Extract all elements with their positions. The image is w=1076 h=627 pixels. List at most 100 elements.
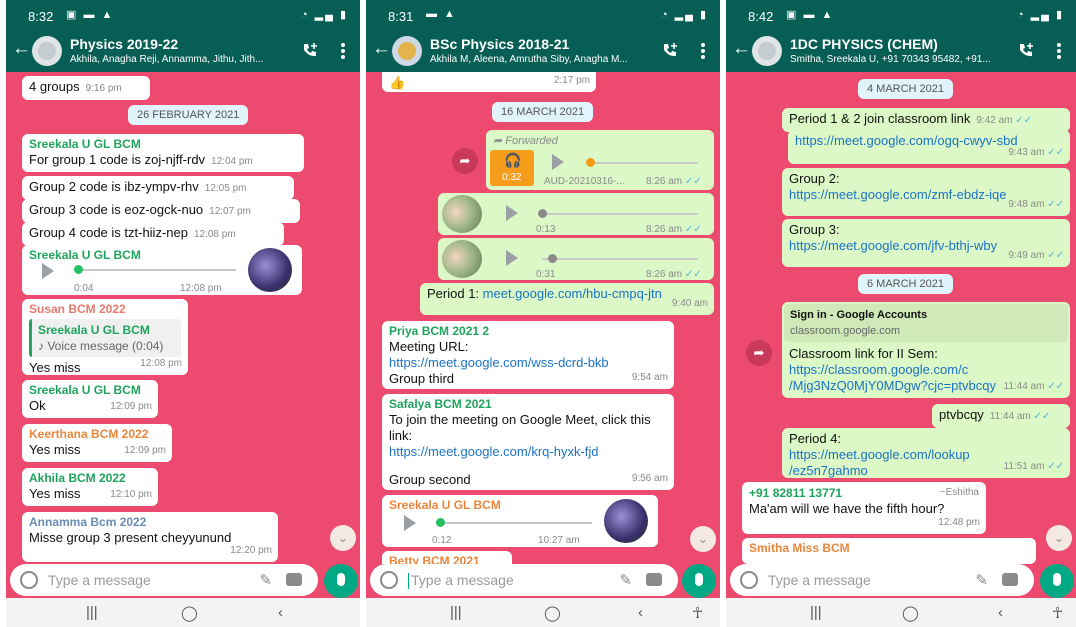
- group-avatar[interactable]: [392, 36, 422, 66]
- audio-track[interactable]: [542, 213, 698, 215]
- audio-scrubber[interactable]: [74, 265, 83, 274]
- message-bubble[interactable]: Group 2 code is ibz-ympv-rhv 12:05 pm: [22, 176, 294, 200]
- voice-message[interactable]: Sreekala U GL BCM 0:04 12:08 pm: [22, 245, 302, 295]
- back-arrow-icon[interactable]: ←: [732, 39, 751, 58]
- group-name[interactable]: Physics 2019-22: [70, 36, 178, 52]
- play-icon[interactable]: [552, 154, 564, 170]
- group-name[interactable]: BSc Physics 2018-21: [430, 36, 569, 52]
- chat-header[interactable]: ← BSc Physics 2018-21 Akhila M, Aleena, …: [366, 30, 720, 72]
- message-bubble[interactable]: Akhila BCM 2022 Yes miss 12:10 pm: [22, 468, 158, 506]
- message-input[interactable]: Type a message ✎: [370, 564, 678, 596]
- mic-button[interactable]: [324, 564, 358, 598]
- chat-area[interactable]: 4 groups 9:16 pm 26 FEBRUARY 2021 Sreekal…: [6, 72, 360, 564]
- forward-icon[interactable]: ➦: [746, 340, 772, 366]
- quoted-message[interactable]: Sreekala U GL BCM ♪ Voice message (0:04): [29, 319, 181, 357]
- back-button[interactable]: ‹: [278, 604, 283, 621]
- chat-area[interactable]: 👍 2:17 pm 16 MARCH 2021 ➦ ➦ Forwarded 🎧 …: [366, 72, 720, 564]
- voice-message[interactable]: 0:31 8:26 am ✓✓: [438, 238, 714, 280]
- message-bubble[interactable]: +91 82811 13771 ~Eshitha Ma'am will we ha…: [742, 482, 986, 534]
- more-options-icon[interactable]: [340, 41, 346, 61]
- audio-scrubber[interactable]: [548, 254, 557, 263]
- message-bubble[interactable]: Period 1 & 2 join classroom link 9:42 am …: [782, 108, 1070, 132]
- meet-link[interactable]: meet.google.com/hbu-cmpq-jtn: [483, 286, 662, 301]
- home-button[interactable]: ◯: [544, 604, 561, 622]
- reply-message[interactable]: Susan BCM 2022 Sreekala U GL BCM ♪ Voice…: [22, 299, 188, 375]
- message-bubble[interactable]: Smitha Miss BCM: [742, 538, 1036, 564]
- emoji-icon[interactable]: [740, 571, 758, 589]
- message-bubble[interactable]: Keerthana BCM 2022 Yes miss 12:09 pm: [22, 424, 172, 462]
- home-button[interactable]: ◯: [902, 604, 919, 622]
- camera-icon[interactable]: [1002, 573, 1018, 586]
- message-bubble[interactable]: Group 2: https://meet.google.com/zmf-ebd…: [782, 168, 1070, 216]
- recents-button[interactable]: |||: [450, 604, 462, 621]
- audio-scrubber[interactable]: [538, 209, 547, 218]
- emoji-icon[interactable]: [380, 571, 398, 589]
- message-bubble[interactable]: Annamma Bcm 2022 Misse group 3 present c…: [22, 512, 278, 562]
- message-bubble[interactable]: Group 3 code is eoz-ogck-nuo 12:07 pm: [22, 199, 300, 223]
- message-bubble[interactable]: ptvbcqy 11:44 am ✓✓: [932, 404, 1070, 428]
- sticker-message[interactable]: 👍 2:17 pm: [382, 72, 596, 92]
- audio-track[interactable]: [76, 269, 236, 271]
- message-bubble[interactable]: Sreekala U GL BCM Ok 12:09 pm: [22, 380, 158, 418]
- message-input[interactable]: Type a message ✎: [730, 564, 1034, 596]
- group-name[interactable]: 1DC PHYSICS (CHEM): [790, 36, 938, 52]
- group-members[interactable]: Smitha, Sreekala U, +91 70343 95482, +91…: [790, 54, 1008, 65]
- classroom-link[interactable]: https://classroom.google.com/c: [789, 362, 1063, 378]
- message-bubble[interactable]: Sreekala U GL BCM For group 1 code is zo…: [22, 134, 304, 172]
- audio-scrubber[interactable]: [586, 158, 595, 167]
- audio-track[interactable]: [438, 522, 592, 524]
- group-members[interactable]: Akhila, Anagha Reji, Annamma, Jithu, Jit…: [70, 54, 288, 65]
- message-bubble[interactable]: Group 4 code is tzt-hiiz-nep 12:08 pm: [22, 222, 284, 246]
- message-input[interactable]: Type a message ✎: [10, 564, 318, 596]
- message-bubble[interactable]: Betty BCM 2021: [382, 551, 512, 564]
- recents-button[interactable]: |||: [810, 604, 822, 621]
- group-avatar[interactable]: [32, 36, 62, 66]
- group-avatar[interactable]: [752, 36, 782, 66]
- add-call-icon[interactable]: [1016, 41, 1036, 61]
- mic-button[interactable]: [1040, 564, 1074, 598]
- attach-icon[interactable]: ✎: [975, 571, 988, 589]
- message-bubble[interactable]: Safalya BCM 2021 To join the meeting on …: [382, 394, 674, 490]
- message-bubble[interactable]: https://meet.google.com/ogq-cwyv-sbd 9:4…: [788, 130, 1070, 164]
- audio-track[interactable]: [590, 162, 698, 164]
- meet-link[interactable]: https://meet.google.com/wss-dcrd-bkb: [389, 355, 667, 371]
- back-arrow-icon[interactable]: ←: [12, 39, 31, 58]
- play-icon[interactable]: [404, 515, 416, 531]
- scroll-down-button[interactable]: ⌄: [1046, 525, 1072, 551]
- more-options-icon[interactable]: [700, 41, 706, 61]
- chat-header[interactable]: ← Physics 2019-22 Akhila, Anagha Reji, A…: [6, 30, 360, 72]
- play-icon[interactable]: [506, 250, 518, 266]
- back-button[interactable]: ‹: [998, 604, 1003, 621]
- meet-link[interactable]: https://meet.google.com/krq-hyxk-fjd: [389, 444, 667, 460]
- accessibility-icon[interactable]: ☥: [1052, 604, 1063, 622]
- group-members[interactable]: Akhila M, Aleena, Amrutha Siby, Anagha M…: [430, 54, 648, 65]
- camera-icon[interactable]: [286, 573, 302, 586]
- mic-button[interactable]: [682, 564, 716, 598]
- link-preview[interactable]: Sign in - Google Accounts classroom.goog…: [784, 304, 1068, 342]
- more-options-icon[interactable]: [1056, 41, 1062, 61]
- message-bubble[interactable]: Priya BCM 2021 2 Meeting URL: https://me…: [382, 321, 674, 389]
- scroll-down-button[interactable]: ⌄: [690, 526, 716, 552]
- message-bubble[interactable]: Period 1: meet.google.com/hbu-cmpq-jtn 9…: [420, 283, 714, 315]
- audio-track[interactable]: [542, 258, 698, 260]
- emoji-icon[interactable]: [20, 571, 38, 589]
- back-button[interactable]: ‹: [638, 604, 643, 621]
- scroll-down-button[interactable]: ⌄: [330, 525, 356, 551]
- message-bubble[interactable]: Period 4: https://meet.google.com/lookup…: [782, 428, 1070, 478]
- home-button[interactable]: ◯: [181, 604, 198, 622]
- attach-icon[interactable]: ✎: [259, 571, 272, 589]
- back-arrow-icon[interactable]: ←: [372, 39, 391, 58]
- attach-icon[interactable]: ✎: [619, 571, 632, 589]
- chat-header[interactable]: ← 1DC PHYSICS (CHEM) Smitha, Sreekala U,…: [726, 30, 1076, 72]
- audio-scrubber[interactable]: [436, 518, 445, 527]
- camera-icon[interactable]: [646, 573, 662, 586]
- recents-button[interactable]: |||: [86, 604, 98, 621]
- play-icon[interactable]: [42, 263, 54, 279]
- voice-message[interactable]: 0:13 8:26 am ✓✓: [438, 193, 714, 235]
- chat-area[interactable]: 4 MARCH 2021 Period 1 & 2 join classroom…: [726, 72, 1076, 564]
- forwarded-audio-message[interactable]: ➦ Forwarded 🎧 0:32 AUD-20210316-... 8:26…: [486, 130, 714, 190]
- voice-message[interactable]: Sreekala U GL BCM 0:12 10:27 am: [382, 495, 658, 547]
- accessibility-icon[interactable]: ☥: [692, 604, 703, 622]
- play-icon[interactable]: [506, 205, 518, 221]
- message-bubble[interactable]: 4 groups 9:16 pm: [22, 76, 150, 100]
